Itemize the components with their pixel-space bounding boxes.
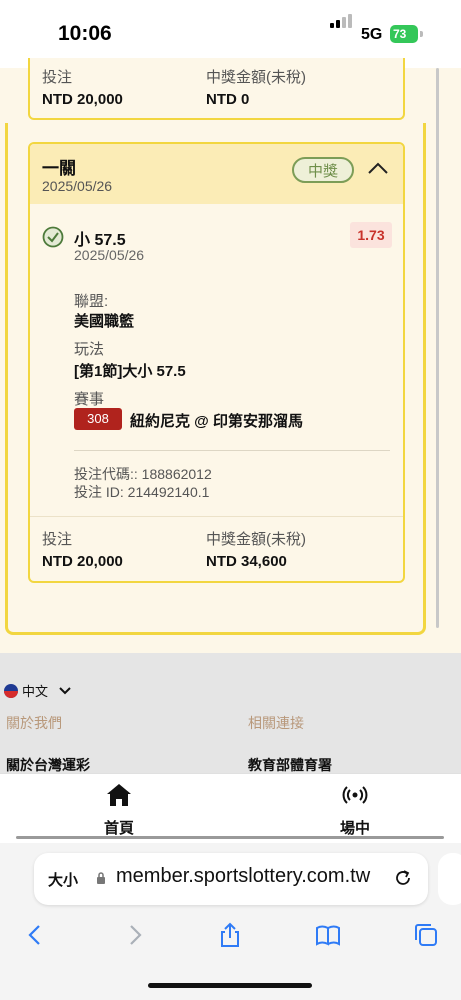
links-link[interactable]: 教育部體育署 xyxy=(248,755,332,775)
bet-history-page: 投注 NTD 20,000 中獎金額(未稅) NTD 0 一關 2025/05/… xyxy=(0,58,461,653)
address-bar[interactable]: 大小 member.sportslottery.com.tw xyxy=(34,853,428,905)
flag-icon xyxy=(4,684,18,698)
stake-value: NTD 20,000 xyxy=(42,553,123,570)
site-footer: 中文 關於我們 相關連接 關於台灣運彩 教育部體育署 xyxy=(0,653,461,773)
next-tab-preview[interactable] xyxy=(438,853,461,905)
details-divider xyxy=(74,450,390,451)
bet-date: 2025/05/26 xyxy=(42,178,113,194)
selection-date: 2025/05/26 xyxy=(74,247,145,263)
payout-label: 中獎金額(未稅) xyxy=(206,531,306,548)
home-indicator xyxy=(148,983,312,988)
tab-live-label: 場中 xyxy=(339,820,370,837)
forward-icon[interactable] xyxy=(120,921,148,949)
battery-icon: 73 xyxy=(390,25,418,43)
live-broadcast-icon xyxy=(342,786,368,804)
tab-live[interactable]: 場中 xyxy=(310,782,400,838)
previous-payout: 中獎金額(未稅) NTD 0 xyxy=(206,66,306,108)
battery-cap xyxy=(420,31,423,37)
stake-value: NTD 20,000 xyxy=(42,91,123,108)
event-number-tag: 308 xyxy=(74,408,122,430)
about-heading: 關於我們 xyxy=(6,715,62,731)
language-label: 中文 xyxy=(22,684,49,699)
payout-value: NTD 34,600 xyxy=(206,553,287,570)
play-value: [第1節]大小 57.5 xyxy=(74,363,186,380)
play-label: 玩法 xyxy=(74,341,105,358)
previous-stake: 投注 NTD 20,000 xyxy=(42,66,123,108)
links-heading: 相關連接 xyxy=(248,715,304,731)
payout-label: 中獎金額(未稅) xyxy=(206,69,306,86)
chevron-up-icon[interactable] xyxy=(366,158,390,180)
status-time: 10:06 xyxy=(58,22,112,45)
bet-id: 投注 ID: 214492140.1 xyxy=(74,484,210,500)
summary-divider xyxy=(30,516,403,517)
tab-bar-divider xyxy=(16,836,444,839)
network-type: 5G xyxy=(361,26,383,43)
payout-value: NTD 0 xyxy=(206,91,250,108)
bet-payout: 中獎金額(未稅) NTD 34,600 xyxy=(206,528,306,570)
league-label: 聯盟: xyxy=(74,293,109,310)
bet-stake: 投注 NTD 20,000 xyxy=(42,528,123,570)
stake-label: 投注 xyxy=(42,69,73,86)
bottom-tab-bar: 首頁 場中 xyxy=(0,773,461,844)
bookmarks-icon[interactable] xyxy=(314,921,342,949)
event-label: 賽事 xyxy=(74,391,105,408)
bet-type-title: 一關 xyxy=(42,159,76,178)
tabs-icon[interactable] xyxy=(412,921,440,949)
reload-icon[interactable] xyxy=(392,867,414,889)
lock-icon xyxy=(97,872,105,884)
page-scrollbar[interactable] xyxy=(436,68,439,628)
event-name: 紐約尼克 @ 印第安那溜馬 xyxy=(130,413,303,430)
win-status-badge: 中獎 xyxy=(292,157,354,183)
stake-label: 投注 xyxy=(42,531,73,548)
bet-code: 投注代碼:: 188862012 xyxy=(74,466,212,482)
home-icon xyxy=(107,784,131,806)
language-selector[interactable]: 中文 xyxy=(4,681,72,700)
about-link[interactable]: 關於台灣運彩 xyxy=(6,755,90,775)
url-text[interactable]: member.sportslottery.com.tw xyxy=(116,865,370,888)
browser-chrome: 大小 member.sportslottery.com.tw xyxy=(0,843,461,1000)
check-circle-icon xyxy=(42,226,64,248)
tab-home-label: 首頁 xyxy=(103,820,134,837)
odds-badge: 1.73 xyxy=(350,222,392,248)
text-size-button[interactable]: 大小 xyxy=(48,869,78,890)
league-value: 美國職籃 xyxy=(74,313,135,330)
previous-bet-card: 投注 NTD 20,000 中獎金額(未稅) NTD 0 xyxy=(28,58,405,120)
tab-home[interactable]: 首頁 xyxy=(74,782,164,838)
chevron-down-icon xyxy=(58,687,71,695)
share-icon[interactable] xyxy=(216,921,244,949)
back-icon[interactable] xyxy=(22,921,50,949)
bet-card-header[interactable]: 一關 2025/05/26 中獎 xyxy=(30,144,403,204)
bet-card: 一關 2025/05/26 中獎 小 57.5 2025/05/26 1.73 … xyxy=(28,142,405,583)
